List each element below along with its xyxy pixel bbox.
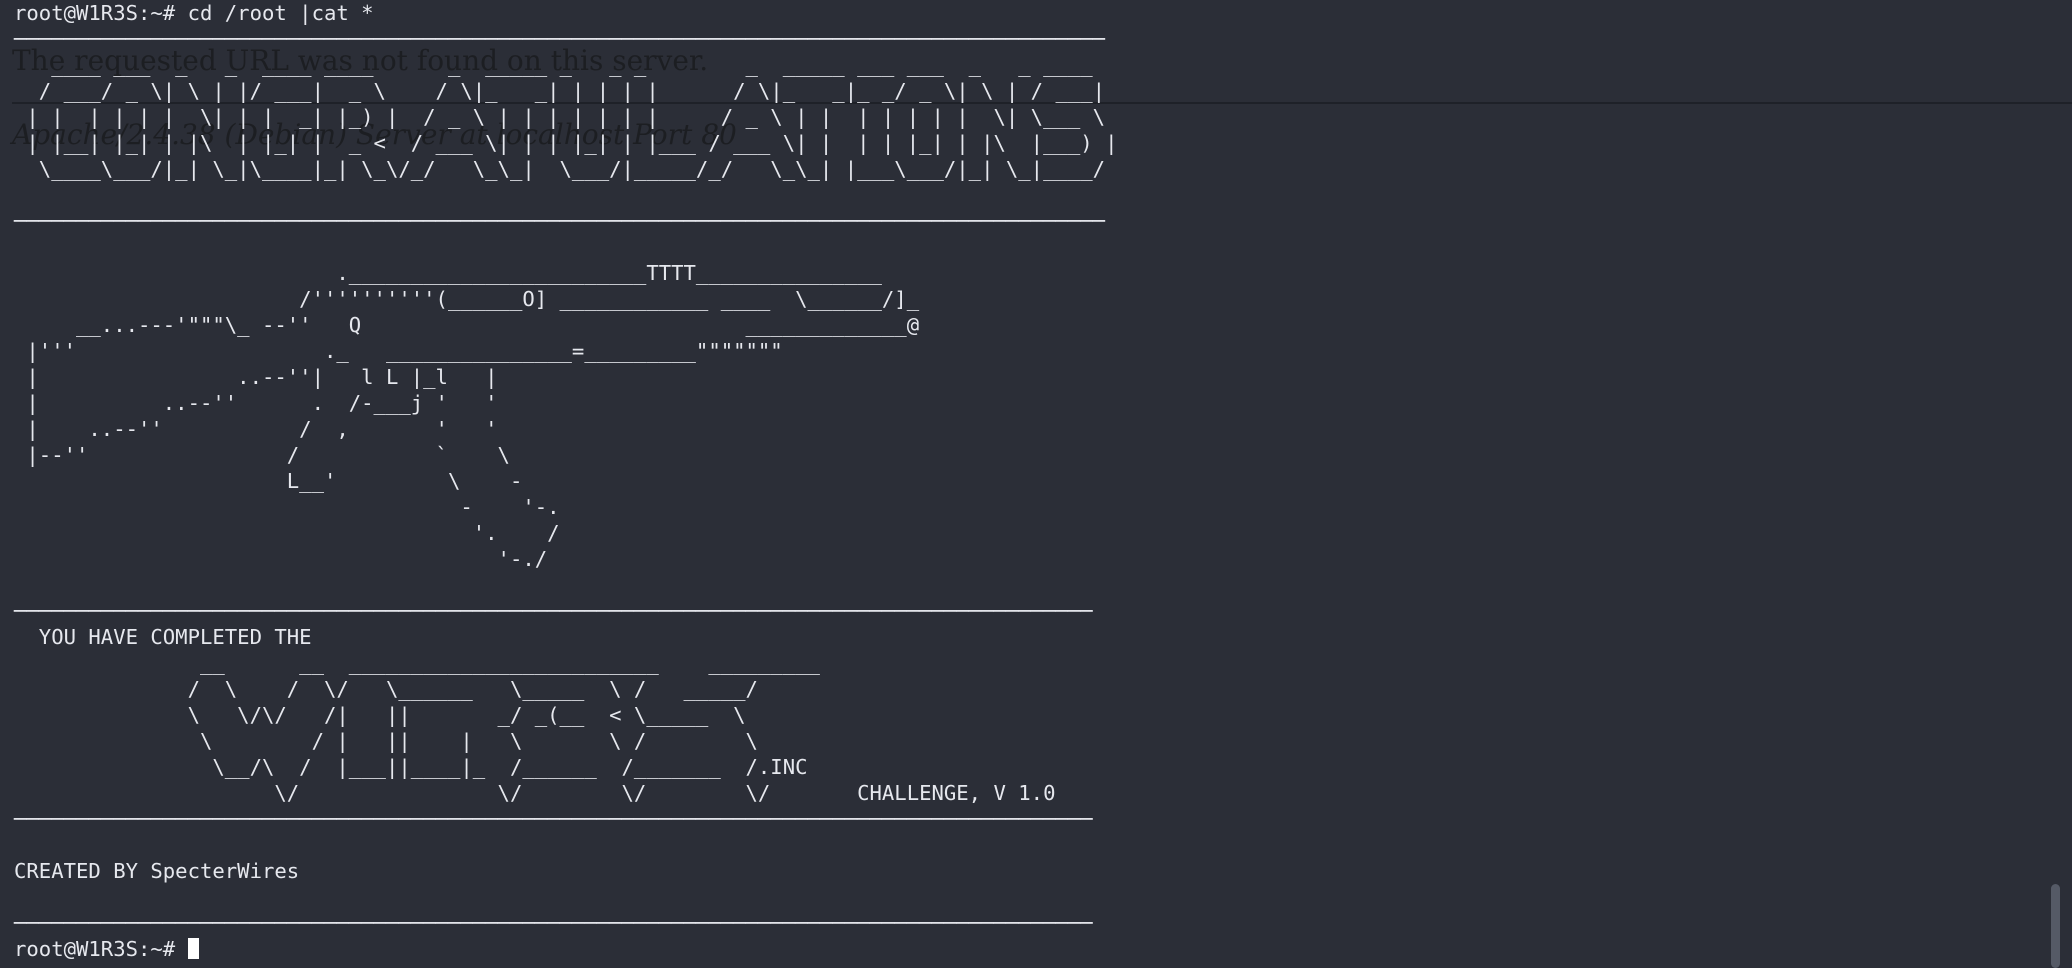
terminal-line: | ..--''| l L |_l | bbox=[14, 365, 498, 389]
terminal-line: | ..--'' / , ' ' bbox=[14, 417, 498, 441]
terminal-line: / \ / \/ \______ \_____ \ / _____/ bbox=[14, 677, 758, 701]
terminal-line: / ___/ _ \| \ | |/ ___| _ \ / \|_ _| | |… bbox=[14, 79, 1106, 103]
terminal-line: YOU HAVE COMPLETED THE bbox=[14, 625, 312, 649]
terminal-line: __...---'"""\_ --'' Q _____________@ bbox=[14, 313, 920, 337]
terminal-line: | | | | | | \| | | _| |_) | / _ \ | | | … bbox=[14, 105, 1106, 129]
terminal-prompt: root@W1R3S:~# bbox=[14, 937, 188, 961]
terminal-line: |--'' / ` \ bbox=[14, 443, 510, 467]
terminal-line: __ __ _________________________ ________… bbox=[14, 651, 820, 675]
terminal-line: | ..--'' . /-___j ' ' bbox=[14, 391, 498, 415]
terminal-line: ────────────────────────────────────────… bbox=[14, 807, 1093, 831]
terminal-window[interactable]: The requested URL was not found on this … bbox=[0, 0, 2072, 968]
scrollbar-thumb[interactable] bbox=[2051, 884, 2060, 968]
terminal-line: ____ ___ _ _ ____ ____ _ _____ _ _ _ _ _… bbox=[14, 53, 1093, 77]
terminal-line: ────────────────────────────────────────… bbox=[14, 911, 1093, 935]
terminal-line: ────────────────────────────────────────… bbox=[14, 599, 1093, 623]
terminal-output: root@W1R3S:~# cd /root |cat * ──────────… bbox=[14, 0, 1117, 962]
terminal-line: \ / | || | \ \ / \ bbox=[14, 729, 758, 753]
terminal-line: ────────────────────────────────────────… bbox=[14, 209, 1106, 233]
terminal-line: .________________________TTTT___________… bbox=[14, 261, 882, 285]
terminal-line: | |__| |_| | |\ | |_| | _ < / ___ \| | |… bbox=[14, 131, 1118, 155]
terminal-prompt-line[interactable]: root@W1R3S:~# bbox=[14, 937, 199, 961]
terminal-line: L__' \ - bbox=[14, 469, 523, 493]
terminal-line: |''' ._ _______________=_________""""""" bbox=[14, 339, 783, 363]
terminal-line: \____\___/|_| \_|\____|_| \_\/_/ \_\_| \… bbox=[14, 157, 1106, 181]
terminal-line: ────────────────────────────────────────… bbox=[14, 27, 1106, 51]
terminal-line: \ \/\/ /| || _/ _(__ < \_____ \ bbox=[14, 703, 746, 727]
terminal-line: CREATED BY SpecterWires bbox=[14, 859, 300, 883]
terminal-line: root@W1R3S:~# cd /root |cat * bbox=[14, 1, 374, 25]
terminal-line: - '-. bbox=[14, 495, 560, 519]
terminal-line: \/ \/ \/ \/ CHALLENGE, V 1.0 bbox=[14, 781, 1056, 805]
terminal-line: '. / bbox=[14, 521, 560, 545]
terminal-line: \__/\ / |___||____|_ /______ /_______ /.… bbox=[14, 755, 808, 779]
terminal-line: /''''''''''(______O] ____________ ____ \… bbox=[14, 287, 920, 311]
terminal-line: '-./ bbox=[14, 547, 548, 571]
terminal-cursor[interactable] bbox=[187, 938, 199, 959]
